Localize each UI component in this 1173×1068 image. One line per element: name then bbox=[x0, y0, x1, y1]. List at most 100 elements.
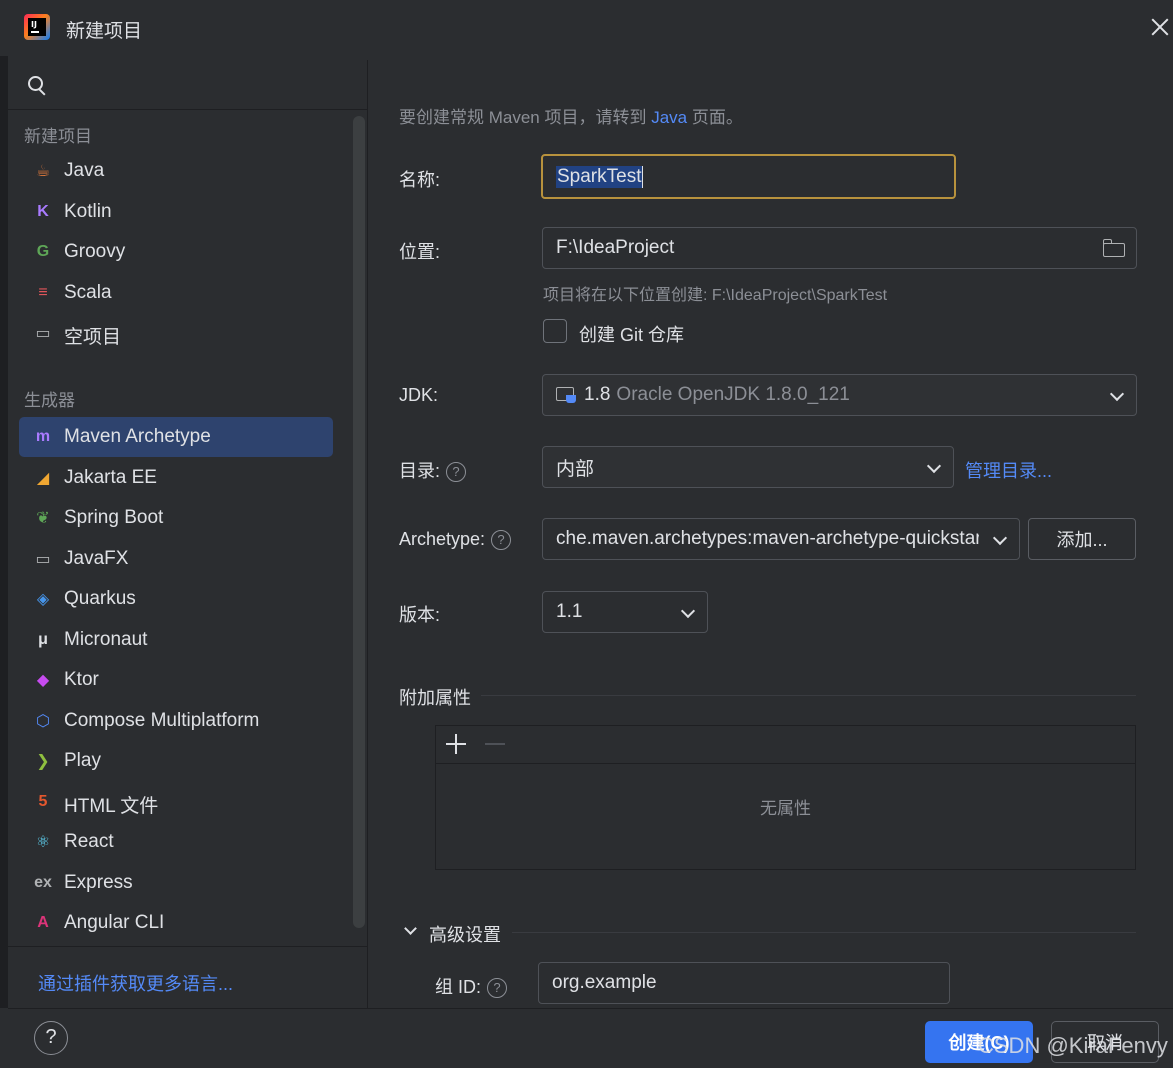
chevron-down-icon bbox=[1109, 386, 1125, 402]
group-id-label: 组 ID:? bbox=[435, 973, 508, 999]
title-bar: IJ 新建项目 bbox=[0, 0, 1173, 56]
sidebar-item-groovy[interactable]: G Groovy bbox=[19, 232, 333, 272]
sidebar-item-react[interactable]: ⚛ React bbox=[19, 822, 333, 862]
sidebar-item-label: Scala bbox=[64, 281, 112, 303]
sidebar-item-label: 空项目 bbox=[64, 327, 122, 348]
version-select[interactable]: 1.1 bbox=[542, 591, 708, 633]
sidebar-item-micronaut[interactable]: μ Micronaut bbox=[19, 620, 333, 660]
name-input[interactable]: SparkTest bbox=[541, 154, 956, 199]
sidebar-item-label: Maven Archetype bbox=[64, 426, 211, 447]
main-form: 要创建常规 Maven 项目，请转到 Java 页面。 名称: SparkTes… bbox=[368, 60, 1173, 1008]
sidebar-item-label: Micronaut bbox=[64, 628, 148, 650]
manage-catalogs-link[interactable]: 管理目录... bbox=[965, 457, 1052, 483]
sidebar-item-express[interactable]: ex Express bbox=[19, 863, 333, 903]
sidebar-item-kotlin[interactable]: K Kotlin bbox=[19, 192, 333, 232]
create-git-checkbox[interactable] bbox=[543, 319, 567, 343]
sidebar-item-maven[interactable]: m Maven Archetype bbox=[19, 417, 333, 457]
advanced-settings-title[interactable]: 高级设置 bbox=[429, 921, 501, 947]
sidebar-item-scala[interactable]: ≡ Scala bbox=[19, 273, 333, 313]
divider bbox=[481, 695, 1136, 696]
help-icon[interactable]: ? bbox=[491, 530, 512, 551]
generators-section-header: 生成器 bbox=[24, 391, 75, 410]
watermark: CSDN @KiraFenvy bbox=[978, 1033, 1168, 1058]
browse-folder-icon[interactable] bbox=[1103, 239, 1125, 257]
chevron-down-icon[interactable] bbox=[404, 922, 417, 935]
new-project-section-header: 新建项目 bbox=[24, 127, 92, 146]
sidebar-item-label: Jakarta EE bbox=[64, 466, 157, 488]
intellij-logo-icon: IJ bbox=[24, 14, 50, 40]
angular-icon: A bbox=[37, 914, 49, 931]
sidebar-scrollbar[interactable] bbox=[353, 116, 365, 928]
sidebar-search[interactable] bbox=[8, 60, 368, 110]
sidebar-item-spring-boot[interactable]: ❦ Spring Boot bbox=[19, 498, 333, 538]
jdk-select[interactable]: 1.8 Oracle OpenJDK 1.8.0_121 bbox=[542, 374, 1137, 416]
sidebar-item-ktor[interactable]: ◆ Ktor bbox=[19, 660, 333, 700]
help-icon[interactable]: ? bbox=[446, 462, 467, 483]
add-archetype-button[interactable]: 添加... bbox=[1028, 518, 1136, 560]
sidebar: 新建项目 ☕ Java K Kotlin G Groovy ≡ Scala ▭ 空项目 生成器 m… bbox=[8, 60, 368, 1008]
sidebar-item-html5[interactable]: 5 HTML 文件 bbox=[19, 782, 333, 822]
empty-project-icon: ▭ bbox=[35, 325, 51, 342]
micronaut-icon: μ bbox=[38, 630, 48, 648]
sidebar-item-java-cup[interactable]: ☕ Java bbox=[19, 151, 333, 191]
close-icon[interactable] bbox=[1148, 14, 1172, 40]
search-icon[interactable] bbox=[28, 76, 48, 96]
sidebar-item-empty-project[interactable]: ▭ 空项目 bbox=[19, 313, 333, 353]
sidebar-item-label: Groovy bbox=[64, 241, 126, 262]
chevron-down-icon bbox=[992, 530, 1008, 546]
divider bbox=[8, 946, 368, 947]
scala-icon: ≡ bbox=[38, 283, 48, 301]
sidebar-item-jakarta[interactable]: ◢ Jakarta EE bbox=[19, 458, 333, 498]
sidebar-item-angular[interactable]: A Angular CLI bbox=[19, 903, 333, 943]
add-property-icon[interactable] bbox=[446, 734, 466, 754]
catalog-select[interactable]: 内部 bbox=[542, 446, 954, 488]
group-id-input[interactable]: org.example bbox=[538, 962, 950, 1004]
no-properties-text: 无属性 bbox=[760, 799, 811, 818]
catalog-label: 目录:? bbox=[399, 457, 467, 483]
archetype-value: che.maven.archetypes:maven-archetype-qui… bbox=[556, 528, 979, 549]
maven-hint: 要创建常规 Maven 项目，请转到 Java 页面。 bbox=[399, 108, 743, 127]
sidebar-item-label: Kotlin bbox=[64, 200, 112, 222]
version-label: 版本: bbox=[399, 605, 441, 625]
location-hint: 项目将在以下位置创建: F:\IdeaProject\SparkTest bbox=[543, 287, 888, 304]
sidebar-item-label: Compose Multiplatform bbox=[64, 709, 260, 731]
sidebar-item-label: HTML 文件 bbox=[64, 795, 159, 817]
divider bbox=[512, 932, 1136, 933]
maven-icon: m bbox=[35, 428, 51, 445]
compose-icon: ⬡ bbox=[36, 712, 50, 730]
jdk-label: JDK: bbox=[399, 385, 439, 405]
catalog-value: 内部 bbox=[556, 458, 595, 480]
sidebar-item-label: Spring Boot bbox=[64, 507, 164, 528]
sidebar-item-javafx[interactable]: ▭ JavaFX bbox=[19, 539, 333, 579]
java-cup-icon: ☕ bbox=[35, 163, 51, 180]
location-input-value: F:\IdeaProject bbox=[556, 237, 675, 258]
sidebar-item-compose[interactable]: ⬡ Compose Multiplatform bbox=[19, 701, 333, 741]
java-page-link[interactable]: Java bbox=[651, 108, 687, 127]
sidebar-item-play[interactable]: ❯ Play bbox=[19, 741, 333, 781]
sidebar-item-label: Ktor bbox=[64, 669, 99, 690]
chevron-down-icon bbox=[926, 458, 942, 474]
quarkus-icon: ◈ bbox=[36, 591, 50, 608]
chevron-down-icon bbox=[680, 603, 696, 619]
group-id-value: org.example bbox=[552, 972, 657, 993]
sidebar-item-label: Express bbox=[64, 871, 133, 893]
extra-properties-title: 附加属性 bbox=[399, 688, 471, 708]
create-git-label[interactable]: 创建 Git 仓库 bbox=[579, 321, 684, 347]
sidebar-item-quarkus[interactable]: ◈ Quarkus bbox=[19, 579, 333, 619]
javafx-icon: ▭ bbox=[35, 550, 51, 568]
get-more-languages-link[interactable]: 通过插件获取更多语言... bbox=[38, 970, 233, 996]
play-icon: ❯ bbox=[36, 753, 50, 770]
help-icon[interactable]: ? bbox=[487, 978, 508, 999]
window-title: 新建项目 bbox=[66, 21, 143, 42]
name-label: 名称: bbox=[399, 170, 441, 190]
react-icon: ⚛ bbox=[35, 834, 51, 851]
help-button[interactable]: ? bbox=[34, 1021, 68, 1055]
archetype-select[interactable]: che.maven.archetypes:maven-archetype-qui… bbox=[542, 518, 1020, 560]
sidebar-item-label: Angular CLI bbox=[64, 912, 165, 933]
jdk-version: 1.8 bbox=[584, 384, 611, 405]
jakarta-icon: ◢ bbox=[36, 469, 50, 487]
kotlin-icon: K bbox=[37, 202, 49, 220]
location-input[interactable]: F:\IdeaProject bbox=[542, 227, 1137, 269]
spring-boot-icon: ❦ bbox=[36, 510, 50, 527]
html5-icon: 5 bbox=[38, 792, 48, 810]
